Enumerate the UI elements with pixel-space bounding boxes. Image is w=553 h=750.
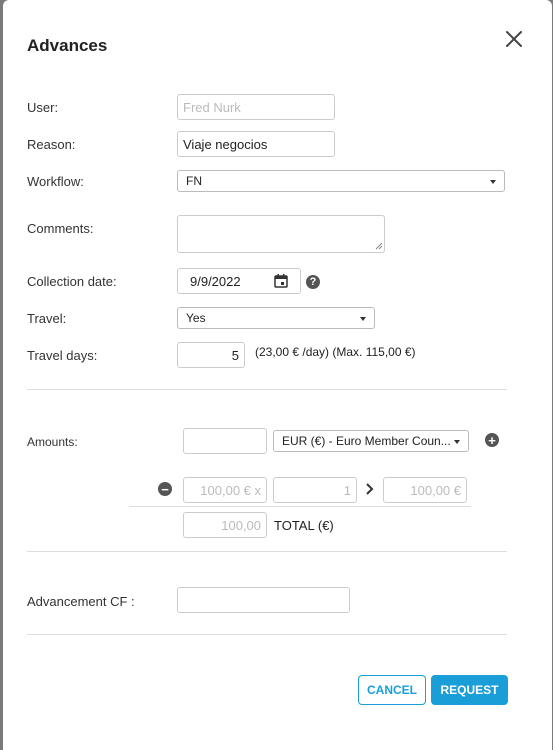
amounts-divider <box>129 506 471 507</box>
plus-circle-icon[interactable]: + <box>485 433 499 447</box>
question-icon[interactable]: ? <box>306 275 320 289</box>
travel-select[interactable]: Yes <box>177 307 375 329</box>
amount-field[interactable] <box>183 428 267 454</box>
workflow-label: Workflow: <box>27 174 84 189</box>
travel-label: Travel: <box>27 311 67 326</box>
chevron-down-icon <box>490 180 496 184</box>
user-label: User: <box>27 100 59 115</box>
workflow-value: FN <box>186 174 202 188</box>
collection-date-label: Collection date: <box>27 274 117 289</box>
divider <box>27 551 507 552</box>
close-icon <box>506 31 522 47</box>
travel-days-label: Travel days: <box>27 348 98 363</box>
divider <box>27 389 507 390</box>
request-button[interactable]: REQUEST <box>431 675 508 705</box>
advancement-cf-label: Advancement CF : <box>27 594 135 609</box>
resize-handle-icon[interactable] <box>375 242 383 250</box>
advances-modal: Advances User: Reason: Workflow: FN Comm… <box>3 0 552 750</box>
modal-title: Advances <box>27 36 108 55</box>
user-field[interactable] <box>177 94 335 120</box>
comments-textarea[interactable] <box>177 215 385 253</box>
currency-value: EUR (€) - Euro Member Coun... <box>282 434 451 448</box>
travel-days-field[interactable] <box>177 342 245 368</box>
reason-field[interactable] <box>177 131 335 157</box>
comments-label: Comments: <box>27 221 94 236</box>
divider <box>27 634 507 635</box>
workflow-select[interactable]: FN <box>177 170 505 192</box>
result-field[interactable] <box>383 477 467 503</box>
chevron-down-icon <box>360 317 366 321</box>
advancement-cf-field[interactable] <box>177 587 350 613</box>
cancel-button[interactable]: CANCEL <box>358 675 426 705</box>
minus-circle-icon[interactable]: − <box>158 482 172 496</box>
chevron-down-icon <box>454 440 460 444</box>
calendar-icon[interactable] <box>274 274 288 288</box>
total-field <box>183 512 267 538</box>
rate-field[interactable] <box>183 477 267 503</box>
collection-date-value: 9/9/2022 <box>190 273 241 289</box>
quantity-field[interactable] <box>273 477 357 503</box>
travel-value: Yes <box>186 311 206 325</box>
travel-days-note: (23,00 € /day) (Max. 115,00 €) <box>255 345 416 359</box>
chevron-right-icon <box>366 483 374 495</box>
close-button[interactable] <box>503 28 525 50</box>
currency-select[interactable]: EUR (€) - Euro Member Coun... <box>273 430 469 452</box>
reason-label: Reason: <box>27 137 76 152</box>
amounts-label: Amounts: <box>27 435 78 449</box>
total-label: TOTAL (€) <box>274 518 334 533</box>
